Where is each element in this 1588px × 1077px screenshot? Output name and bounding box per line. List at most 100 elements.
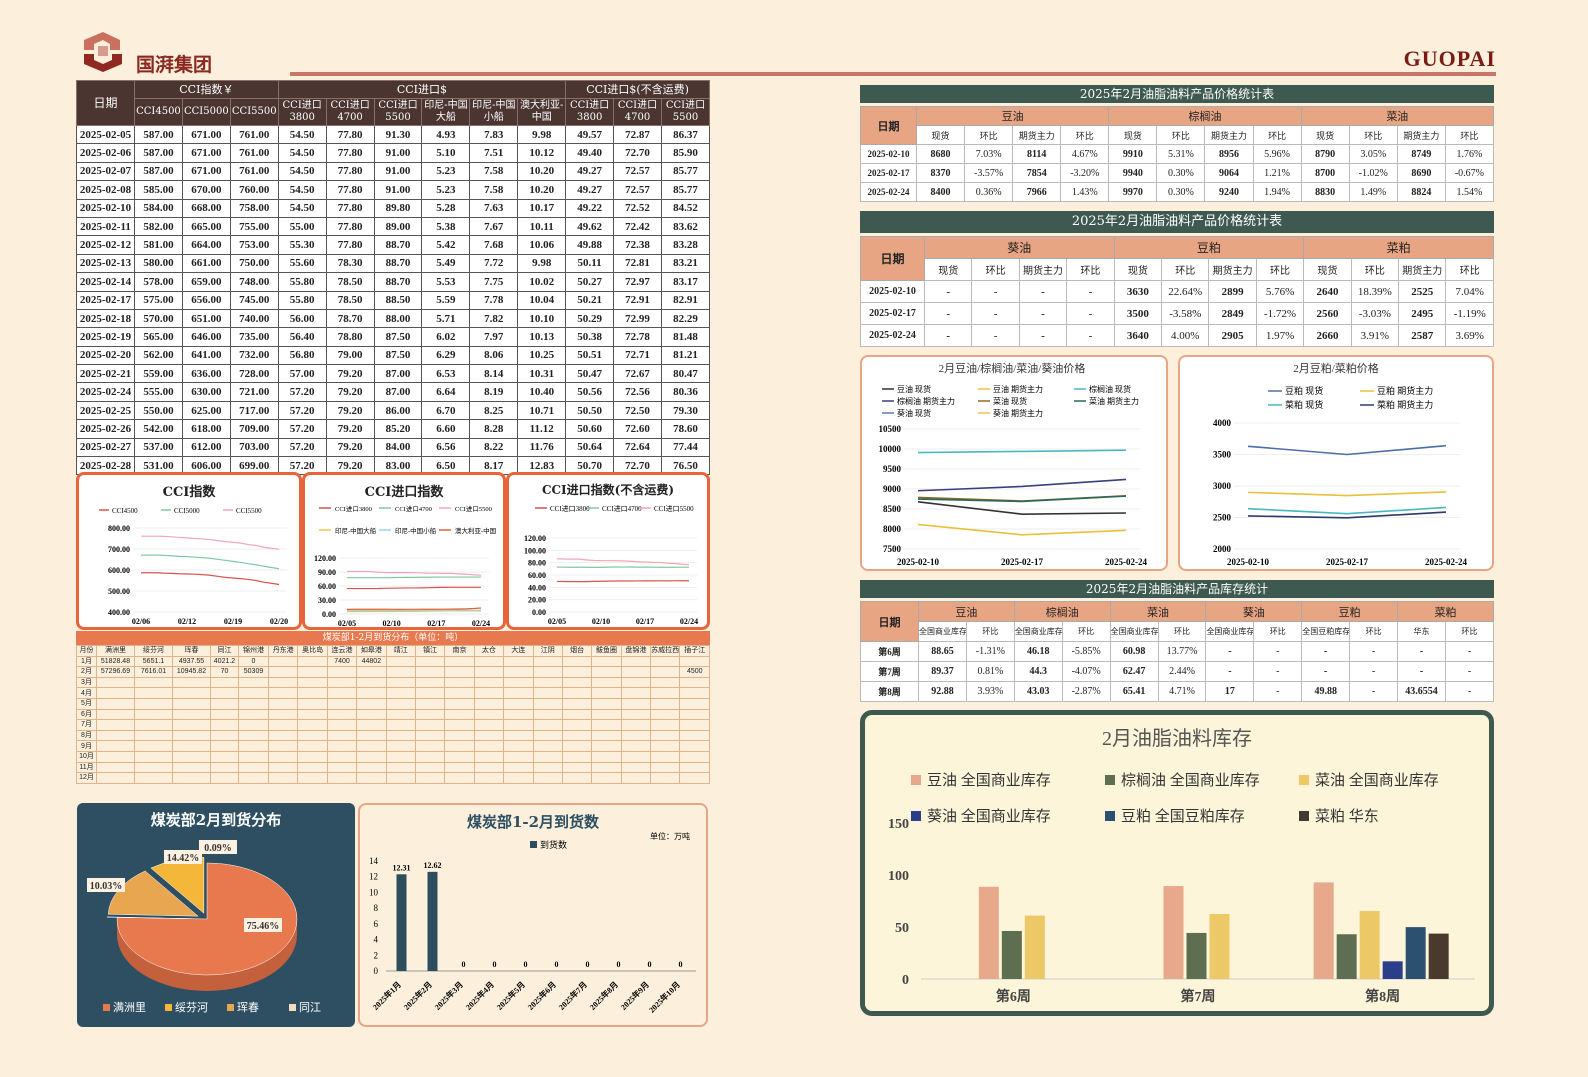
cell [473,687,505,699]
table-row: 2025-02-19 565.00 646.00 735.00 56.40 78.80 87… [76,327,711,347]
cell: 10.02 [517,272,567,292]
table-row: 6月 [76,708,710,721]
cell [96,740,135,752]
cell: 82.29 [660,308,711,329]
cell: 646.00 [181,327,231,347]
legend-label: 菜粕 期货主力 [1377,399,1433,410]
cell: 78.50 [325,290,375,310]
legend-label: 菜粕 华东 [1315,808,1379,825]
col-header: CCI4500 [134,98,183,126]
x-tick-label: 02/10 [592,617,610,626]
cell [356,697,387,710]
x-tick-label: 2025年9月 [618,979,651,1012]
cell: 91.00 [373,161,423,182]
cell: 7月 [76,719,97,731]
cell [172,687,211,699]
cell: 582.00 [134,216,183,237]
legend-label: 菜粕 现货 [1285,399,1323,410]
cell: 8.25 [469,400,519,421]
cell: 87.00 [373,382,423,402]
x-tick-label: 02/06 [132,617,150,626]
cell: 51828.48 [96,655,135,668]
cell: 5.31% [1156,144,1206,164]
table-row: 2025-02-05 587.00 671.00 761.00 54.50 77.80 91… [76,124,711,145]
series-line [1247,506,1447,515]
cell: 10.31 [517,364,567,384]
cell: 7.03% [964,144,1014,164]
cell: 56.80 [277,345,327,366]
cell: 3.93% [965,681,1015,702]
cell: 656.00 [181,290,231,310]
x-tick-label: 02/17 [636,617,654,626]
cell: 7.51 [469,143,519,163]
cell: -1.31% [965,641,1015,662]
cell: 56.00 [277,308,327,329]
cell [96,676,135,689]
sub-header: 环比 [1349,621,1399,642]
sub-header: 环比 [1348,125,1398,145]
cell: 55.80 [277,290,327,310]
sub-header: 期货主力 [1208,258,1257,281]
cci-import-panel: CCI进口指数 CCI进口3800 CCI进口4700 CCI进口5500 印尼-中国… [302,472,506,630]
cell: 91.00 [373,143,423,163]
cell: 8.22 [469,437,519,458]
cell: 668.00 [181,198,231,218]
table-row: 7月 [76,719,710,731]
cell [238,708,269,721]
chart-title: 2月油脂油料库存 [1102,727,1252,750]
oil-line-panel: 2月豆油/棕榈油/菜油/葵油价格 豆油 现货 豆油 期货主力 棕榈油 现货 棕榈油 期货… [860,355,1168,571]
table-row: 8月 [76,729,710,742]
cell: 85.20 [373,419,423,439]
cell [679,740,710,752]
cell: 550.00 [134,400,183,421]
cell: 10.20 [517,180,567,200]
cell [679,708,710,721]
cell [267,772,299,784]
cell [444,772,475,784]
y-tick-label: 60.00 [528,571,546,580]
cell: 578.00 [134,272,183,292]
cell [650,697,681,710]
col-header: 满洲里 [96,645,135,657]
legend-label: 印尼-中国小船 [395,526,437,535]
cell: 44802 [356,655,387,668]
table-row: 2025-02-24 8400 0.36% 7966 1.43% 9970 0.30% 924… [860,182,1495,202]
row-date: 2025-02-24 [860,324,925,347]
chart-title: 2月豆油/棕榈油/菜油/葵油价格 [939,361,1086,375]
cell [238,761,269,774]
cell [650,666,681,678]
cell [620,729,652,742]
cell: - [1253,681,1303,702]
x-tick-label: 第6周 [996,988,1031,1005]
header-divider [290,72,1496,76]
cell: 7.68 [469,235,519,255]
row-date: 2025-02-20 [76,345,135,366]
legend-label: CCI进口4700 [395,505,432,513]
cell: - [1397,661,1446,682]
y-tick-label: 8000 [883,524,902,534]
table-row: 2025-02-27 537.00 612.00 703.00 57.20 79.20 84… [76,437,711,458]
group-header-row: 日期 葵油 豆粕 菜粕 [860,236,1494,281]
cell: 6.60 [421,419,471,439]
cell: 50.29 [565,308,615,329]
row-date: 2025-02-25 [76,400,135,421]
cell: - [1444,641,1495,662]
cell [326,750,358,763]
cell [172,697,211,710]
cell [267,708,299,721]
sub-header: 环比 [965,621,1015,642]
sub-header: 环比 [1444,621,1495,642]
cell: 72.52 [613,198,662,218]
cell: 10.06 [517,235,567,255]
y-tick-label: 120.00 [524,534,546,543]
cell: 7.75 [469,272,519,292]
y-tick-label: 90.00 [318,568,336,577]
cell [650,740,681,752]
table-row: 5月 [76,697,710,710]
data-label: 0.09% [204,843,232,854]
cell [356,719,387,731]
chart-title: 2月豆粕/菜粕价格 [1293,361,1379,375]
y-tick-label: 0 [374,966,379,976]
cell [561,687,593,699]
cell: 587.00 [134,124,183,145]
